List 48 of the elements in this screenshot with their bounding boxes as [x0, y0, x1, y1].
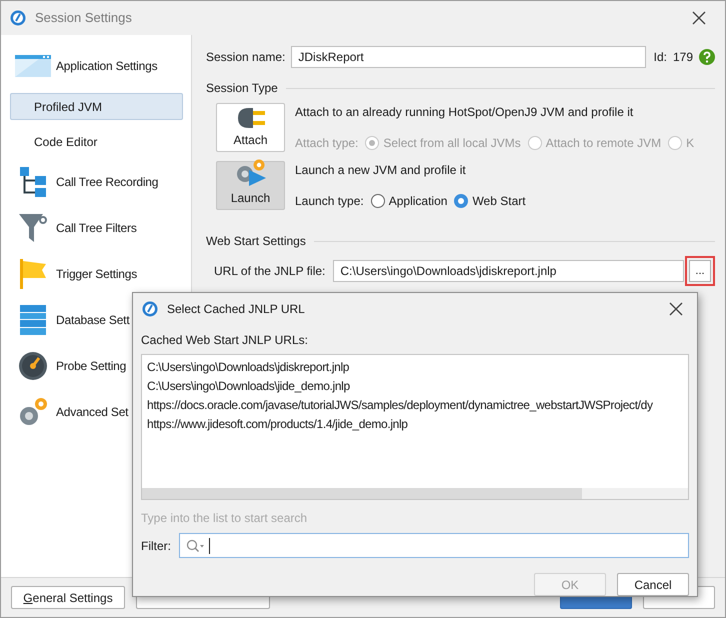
dialog-title: Select Cached JNLP URL: [167, 301, 305, 318]
radio-button[interactable]: Web Start: [454, 192, 526, 210]
field-label: Launch type:: [295, 193, 364, 210]
sidebar-item[interactable]: Call Tree Filters: [10, 205, 183, 251]
field-label: URL of the JNLP file:: [214, 263, 326, 280]
list-item[interactable]: https://docs.oracle.com/javase/tutorialJWS/samples/deployment/dynamictree_webstartJWSProject/dy: [147, 396, 653, 415]
app-logo-icon: [142, 301, 158, 317]
window-title: Session Settings: [35, 9, 132, 28]
search-hint: Type into the list to start search: [141, 510, 308, 527]
browse-button[interactable]: ...: [689, 260, 711, 282]
gauge-icon: [18, 351, 48, 381]
window-icon: [15, 55, 51, 77]
sidebar-item[interactable]: Code Editor: [10, 128, 183, 155]
list-item[interactable]: C:\Users\ingo\Downloads\jdiskreport.jnlp: [147, 358, 350, 377]
tree-icon: [20, 167, 46, 197]
id-value: 179: [672, 49, 693, 66]
sidebar-item[interactable]: Call Tree Recording: [10, 159, 183, 205]
flag-icon: [20, 259, 46, 289]
help-icon: [699, 49, 715, 65]
session-type-button[interactable]: Launch: [216, 161, 285, 210]
close-icon: [669, 302, 683, 316]
list-item[interactable]: https://www.jidesoft.com/products/1.4/jide_demo.jnlp: [147, 415, 408, 434]
session-name-field[interactable]: JDiskReport: [291, 46, 646, 68]
field-label: Attach type:: [295, 135, 358, 152]
sidebar-item[interactable]: Profiled JVM: [10, 93, 183, 120]
field-label: Filter:: [141, 538, 172, 554]
radio-button[interactable]: Application: [370, 192, 448, 210]
dialog-button[interactable]: General Settings: [11, 586, 125, 609]
scrollbar-thumb[interactable]: [142, 488, 582, 499]
section-title: Session Type: [206, 80, 278, 97]
list-item[interactable]: C:\Users\ingo\Downloads\jide_demo.jnlp: [147, 377, 350, 396]
url-field[interactable]: C:\Users\ingo\Downloads\jdiskreport.jnlp: [333, 260, 684, 282]
option-description: Attach to an already running HotSpot/OpenJ9 JVM and profile it: [295, 104, 634, 121]
close-icon: [692, 11, 706, 25]
field-label: Session name:: [206, 49, 286, 66]
sidebar-item[interactable]: Trigger Settings: [10, 251, 183, 297]
list-label: Cached Web Start JNLP URLs:: [141, 332, 309, 349]
filter-field[interactable]: [179, 533, 689, 558]
dialog-button[interactable]: Cancel: [617, 573, 689, 596]
funnel-icon: [19, 214, 47, 242]
sidebar-item[interactable]: Application Settings: [10, 43, 183, 89]
id-label: Id:: [654, 49, 667, 66]
section-title: Web Start Settings: [206, 233, 306, 250]
app-logo-icon: [10, 10, 26, 26]
database-icon: [20, 305, 46, 335]
search-icon: [186, 538, 206, 552]
option-description: Launch a new JVM and profile it: [295, 162, 467, 179]
gears-icon: [18, 397, 48, 427]
